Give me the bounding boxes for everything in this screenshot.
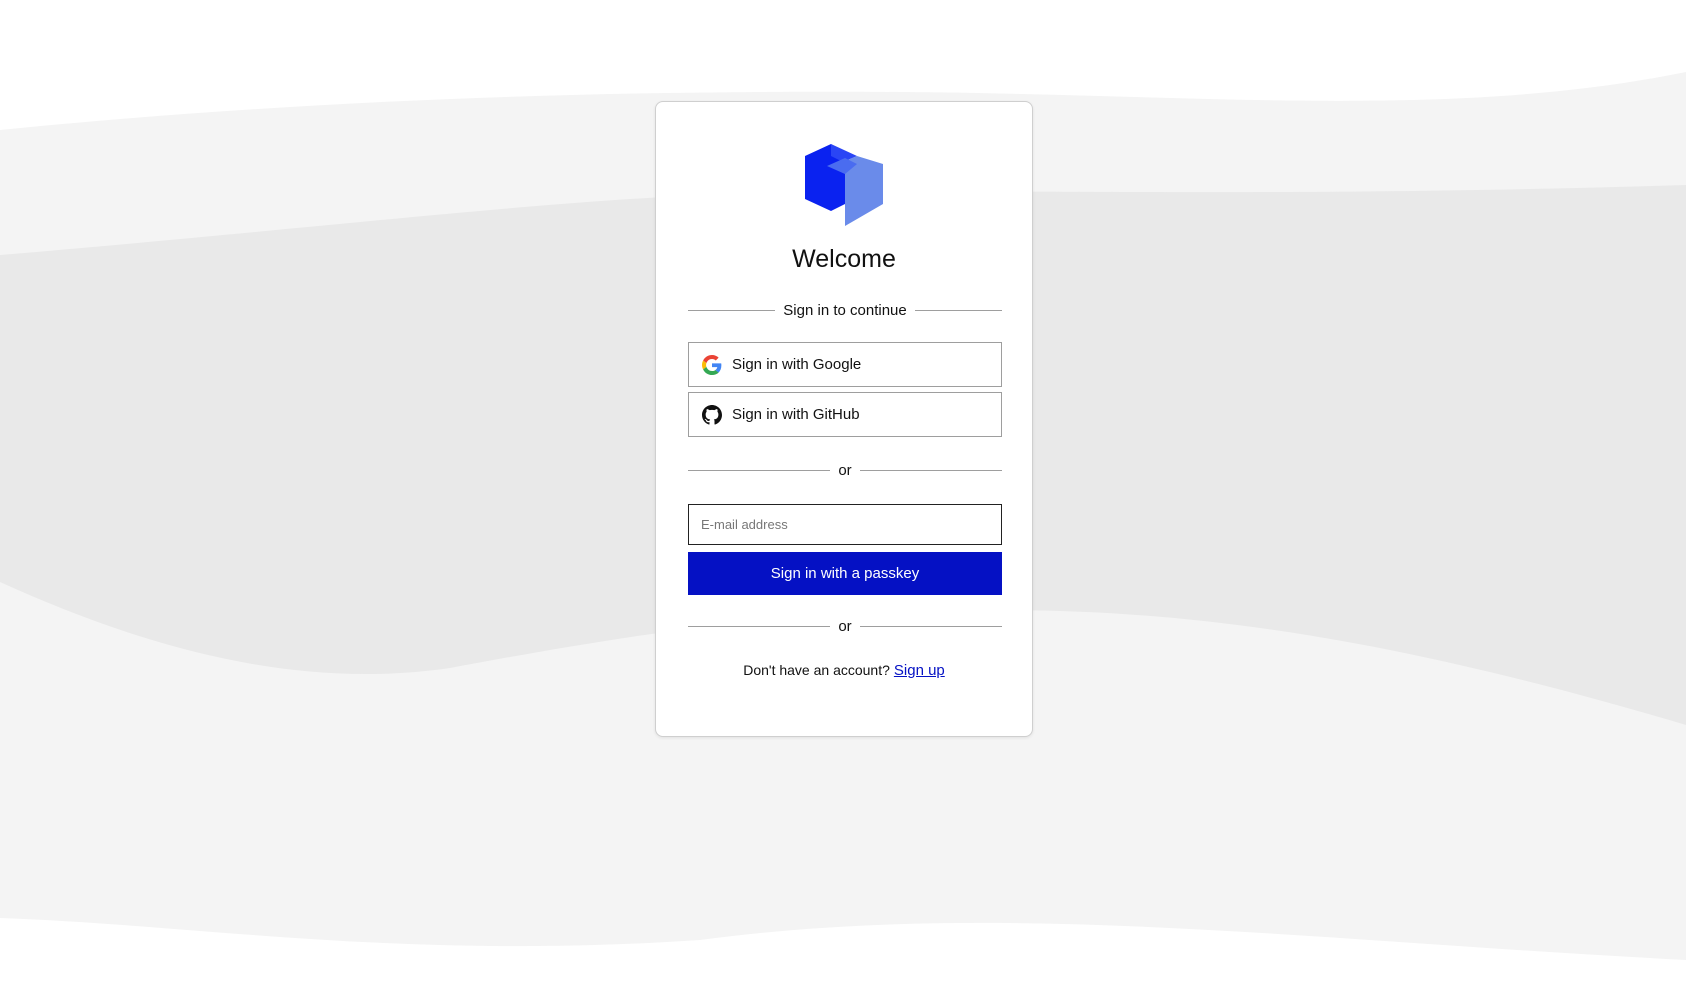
google-signin-label: Sign in with Google — [732, 356, 862, 373]
login-card: Welcome Sign in to continue Sign in with… — [655, 101, 1033, 737]
signup-row: Don't have an account? Sign up — [656, 662, 1032, 679]
cube-logo-icon — [805, 144, 883, 226]
subtitle-text: Sign in to continue — [783, 301, 907, 319]
or-divider-2: or — [688, 616, 1002, 636]
subtitle-divider: Sign in to continue — [688, 300, 1003, 320]
github-icon — [701, 404, 723, 426]
google-icon — [701, 354, 723, 376]
page-title: Welcome — [792, 245, 896, 273]
signup-prompt: Don't have an account? — [743, 662, 890, 678]
signup-link[interactable]: Sign up — [894, 662, 945, 679]
or-text: or — [838, 461, 852, 479]
passkey-signin-button[interactable]: Sign in with a passkey — [688, 552, 1002, 595]
github-signin-button[interactable]: Sign in with GitHub — [688, 392, 1002, 437]
or-text-2: or — [838, 617, 852, 635]
or-divider: or — [688, 460, 1002, 480]
email-field[interactable] — [688, 504, 1002, 545]
google-signin-button[interactable]: Sign in with Google — [688, 342, 1002, 387]
github-signin-label: Sign in with GitHub — [732, 406, 860, 423]
